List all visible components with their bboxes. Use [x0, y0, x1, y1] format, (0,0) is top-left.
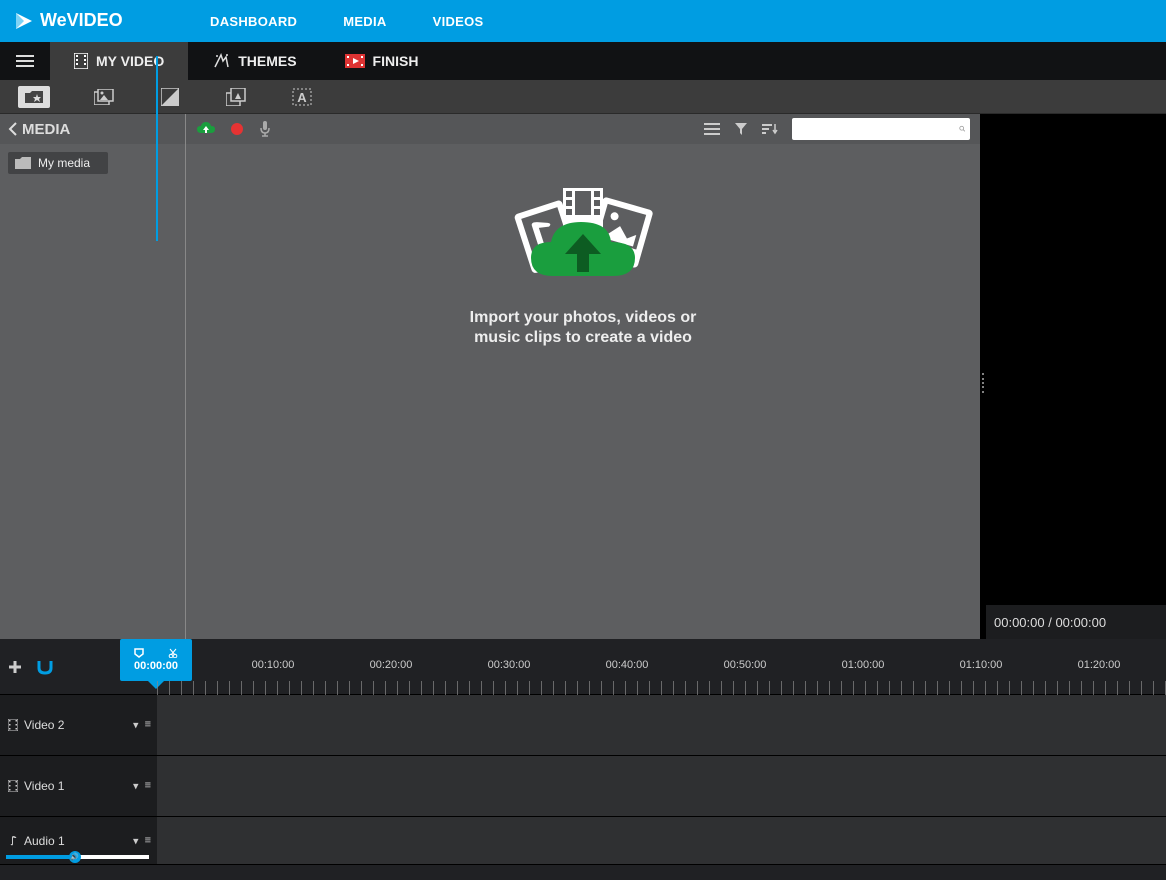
- track-video-2: Video 2 ▾ ≡: [0, 695, 1166, 756]
- track-dropdown-icon[interactable]: ▾: [133, 719, 139, 732]
- logo[interactable]: WeVIDEO: [14, 11, 150, 31]
- preview-viewport[interactable]: [986, 114, 1166, 605]
- top-bar: WeVIDEO DASHBOARD MEDIA VIDEOS: [0, 0, 1166, 42]
- ruler-label: 00:30:00: [488, 659, 531, 671]
- search-input[interactable]: [792, 122, 959, 136]
- list-view-icon[interactable]: [704, 122, 720, 136]
- track-header-audio-1[interactable]: Audio 1 ▾ ≡ 🔊: [0, 817, 157, 864]
- ruler-label: 01:10:00: [960, 659, 1003, 671]
- track-header-video-2[interactable]: Video 2 ▾ ≡: [0, 695, 157, 755]
- chevron-left-icon: [8, 122, 18, 136]
- preview-column: 00:00:00 / 00:00:00: [986, 114, 1166, 639]
- nav-media[interactable]: MEDIA: [343, 14, 386, 29]
- layers-icon[interactable]: [224, 85, 248, 109]
- ruler-label: 00:10:00: [252, 659, 295, 671]
- menu-icon[interactable]: [0, 42, 50, 80]
- tab-themes-label: THEMES: [238, 53, 296, 69]
- upload-cloud-icon[interactable]: [196, 121, 216, 137]
- track-audio-1: Audio 1 ▾ ≡ 🔊: [0, 817, 1166, 865]
- images-icon[interactable]: [92, 85, 116, 109]
- preview-time-label: 00:00:00 / 00:00:00: [994, 615, 1106, 630]
- track-label: Video 2: [24, 718, 64, 732]
- record-icon[interactable]: [230, 122, 244, 136]
- middle-area: MEDIA My media: [0, 114, 1166, 639]
- playhead-line[interactable]: [156, 56, 158, 241]
- folder-my-media[interactable]: My media: [8, 152, 108, 174]
- center-area: Import your photos, videos or music clip…: [186, 114, 980, 639]
- ruler-label: 01:00:00: [842, 659, 885, 671]
- top-nav: DASHBOARD MEDIA VIDEOS: [210, 14, 484, 29]
- track-menu-icon[interactable]: ≡: [145, 834, 151, 847]
- nav-dashboard[interactable]: DASHBOARD: [210, 14, 297, 29]
- ruler-label: 00:20:00: [370, 659, 413, 671]
- track-dropdown-icon[interactable]: ▾: [133, 834, 139, 847]
- tab-themes[interactable]: THEMES: [188, 42, 320, 80]
- ruler-label: 00:50:00: [724, 659, 767, 671]
- timeline-header: 00:00:00 00:10:0000:20:0000:30:0000:40:0…: [0, 639, 1166, 695]
- music-note-icon: [8, 835, 18, 847]
- snap-icon[interactable]: [36, 659, 54, 675]
- track-menu-icon[interactable]: ≡: [145, 719, 151, 732]
- track-body-video-1[interactable]: [157, 756, 1166, 816]
- tabs-row: MY VIDEO THEMES FINISH: [0, 42, 1166, 80]
- film-icon: [8, 780, 18, 792]
- tool-icon-row: A: [0, 80, 1166, 114]
- folder-label: My media: [38, 156, 90, 170]
- timeline: 00:00:00 00:10:0000:20:0000:30:0000:40:0…: [0, 639, 1166, 880]
- filter-icon[interactable]: [734, 122, 748, 136]
- tab-my-video-label: MY VIDEO: [96, 53, 164, 69]
- volume-slider[interactable]: 🔊: [6, 854, 149, 860]
- track-body-video-2[interactable]: [157, 695, 1166, 755]
- tab-finish[interactable]: FINISH: [321, 42, 443, 80]
- track-dropdown-icon[interactable]: ▾: [133, 780, 139, 793]
- film-icon: [8, 719, 18, 731]
- left-column: MEDIA My media: [0, 114, 186, 639]
- text-icon[interactable]: A: [290, 85, 314, 109]
- ruler-label: 01:20:00: [1078, 659, 1121, 671]
- track-menu-icon[interactable]: ≡: [145, 780, 151, 793]
- track-header-video-1[interactable]: Video 1 ▾ ≡: [0, 756, 157, 816]
- svg-text:WeVIDEO: WeVIDEO: [40, 11, 123, 30]
- track-video-1: Video 1 ▾ ≡: [0, 756, 1166, 817]
- import-illustration: [493, 186, 673, 294]
- ruler-label: 00:40:00: [606, 659, 649, 671]
- search-box[interactable]: [792, 118, 970, 140]
- import-dropzone[interactable]: Import your photos, videos or music clip…: [186, 144, 980, 639]
- tab-my-video[interactable]: MY VIDEO: [50, 42, 188, 80]
- nav-videos[interactable]: VIDEOS: [433, 14, 484, 29]
- microphone-icon[interactable]: [258, 120, 272, 138]
- media-toolbar: [186, 114, 980, 144]
- track-label: Audio 1: [24, 834, 65, 848]
- time-ruler[interactable]: 00:10:00 00:20:00 00:30:00 00:40:00 00:50:00…: [157, 639, 1166, 695]
- add-track-icon[interactable]: [8, 660, 22, 674]
- volume-knob-icon[interactable]: 🔊: [69, 851, 81, 863]
- playhead-marker-icon: [134, 648, 144, 658]
- folder-icon: [14, 156, 32, 170]
- track-label: Video 1: [24, 779, 64, 793]
- media-header-label: MEDIA: [22, 121, 70, 138]
- track-body-audio-1[interactable]: [157, 817, 1166, 864]
- preview-time-bar: 00:00:00 / 00:00:00: [986, 605, 1166, 639]
- star-folder-icon[interactable]: [18, 86, 50, 108]
- svg-text:A: A: [297, 90, 307, 105]
- import-message: Import your photos, videos or music clip…: [470, 308, 697, 348]
- tab-finish-label: FINISH: [373, 53, 419, 69]
- sort-icon[interactable]: [762, 122, 778, 136]
- resize-handle[interactable]: [980, 372, 986, 394]
- search-icon: [959, 120, 966, 138]
- transition-icon[interactable]: [158, 85, 182, 109]
